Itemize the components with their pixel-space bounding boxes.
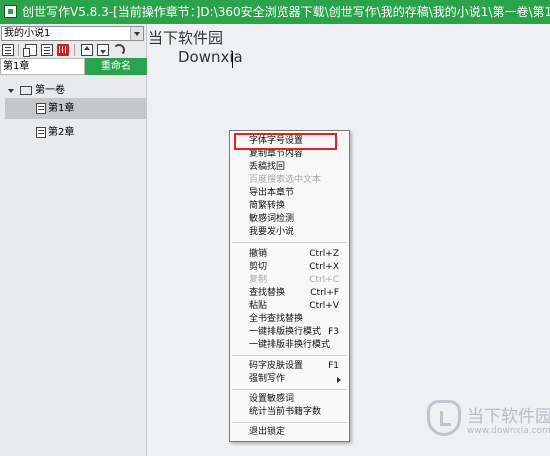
watermark: 当下软件园 www.downxia.com	[427, 398, 550, 448]
app-window: 创世写作V5.8.3-[当前操作章节：]D:\360安全浏览器下载\创世写作\我…	[0, 0, 550, 456]
tree-chapter-item[interactable]: 第1章	[5, 98, 147, 119]
chapter-label: 第1章	[48, 103, 75, 114]
chapter-name-input[interactable]: 第1章	[0, 58, 85, 75]
expand-triangle-icon[interactable]	[8, 89, 14, 93]
editor-text-line: Downxia	[178, 48, 243, 66]
highlight-box	[234, 133, 337, 150]
editor-text-line: 当下软件园	[148, 29, 224, 47]
menu-item-sensitive-check[interactable]: 敏感词检测	[232, 213, 347, 226]
menu-item-set-sensitive-words[interactable]: 设置敏感词	[232, 393, 347, 406]
menu-item-copy[interactable]: 复制 Ctrl+C	[232, 274, 347, 287]
downxia-logo-icon	[427, 400, 461, 436]
sidebar-toolbar	[0, 42, 147, 58]
title-bar: 创世写作V5.8.3-[当前操作章节：]D:\360安全浏览器下载\创世写作\我…	[0, 0, 550, 24]
folder-icon	[20, 86, 32, 95]
text-caret	[232, 51, 233, 68]
rename-button[interactable]: 重命名	[85, 58, 147, 75]
chapter-file-icon	[36, 127, 46, 138]
toolbar-divider	[74, 44, 75, 56]
document-icon[interactable]	[41, 44, 53, 56]
context-menu: 字体字号设置 复制章节内容 丢稿找回 百度搜索选中文本 导出本章节 简繁转换 敏…	[229, 130, 350, 442]
chapter-file-icon	[36, 103, 46, 114]
menu-separator	[232, 389, 347, 390]
menu-item-skin-settings[interactable]: 码字皮肤设置 F1	[232, 360, 347, 373]
book-select[interactable]: 我的小说1	[1, 26, 144, 41]
menu-item-publish-novel[interactable]: 我要发小说	[232, 226, 347, 239]
book-select-value: 我的小说1	[4, 28, 51, 39]
menu-item-format-wrap[interactable]: 一键排版换行模式 F3	[232, 326, 347, 339]
chapter-label: 第2章	[48, 127, 75, 138]
window-title: 创世写作V5.8.3-[当前操作章节：]D:\360安全浏览器下载\创世写作\我…	[22, 5, 550, 19]
menu-item-baidu-search[interactable]: 百度搜索选中文本	[232, 174, 347, 187]
tree-chapter-item[interactable]: 第2章	[5, 122, 147, 143]
chevron-down-icon[interactable]	[130, 27, 143, 40]
menu-separator	[232, 355, 347, 356]
app-icon	[4, 5, 17, 18]
menu-item-format-nowrap[interactable]: 一键排版非换行模式	[232, 339, 347, 352]
undo-icon[interactable]	[113, 44, 125, 56]
menu-item-paste[interactable]: 粘贴 Ctrl+V	[232, 300, 347, 313]
move-down-icon[interactable]	[97, 44, 109, 56]
menu-item-find-replace[interactable]: 查找替换 Ctrl+F	[232, 287, 347, 300]
menu-item-exit-lock[interactable]: 退出锁定	[232, 426, 347, 439]
new-chapter-icon[interactable]	[2, 44, 14, 56]
submenu-arrow-icon	[337, 377, 341, 383]
menu-item-simp-trad-convert[interactable]: 简繁转换	[232, 200, 347, 213]
menu-item-book-find-replace[interactable]: 全书查找替换	[232, 313, 347, 326]
new-volume-icon[interactable]	[23, 44, 37, 57]
menu-item-forced-writing[interactable]: 强制写作	[232, 373, 347, 386]
watermark-name: 当下软件园	[467, 407, 550, 427]
toolbar-divider	[18, 44, 19, 56]
menu-item-undo[interactable]: 撤销 Ctrl+Z	[232, 248, 347, 261]
watermark-url: www.downxia.com	[467, 426, 550, 436]
volume-label: 第一卷	[35, 85, 65, 96]
menu-separator	[232, 242, 347, 243]
menu-item-recover-draft[interactable]: 丢稿找回	[232, 161, 347, 174]
menu-item-word-count[interactable]: 统计当前书籍字数	[232, 406, 347, 419]
menu-item-cut[interactable]: 剪切 Ctrl+X	[232, 261, 347, 274]
delete-icon[interactable]	[57, 44, 69, 56]
menu-item-export-chapter[interactable]: 导出本章节	[232, 187, 347, 200]
sidebar: 我的小说1 第1章 重命名 第一卷 第1章 第2章	[0, 24, 147, 456]
move-up-icon[interactable]	[81, 44, 93, 56]
menu-separator	[232, 422, 347, 423]
